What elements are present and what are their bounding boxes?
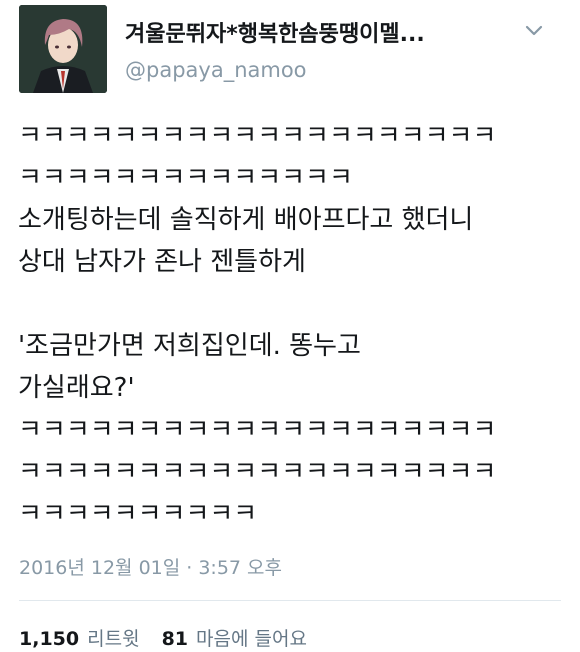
avatar[interactable] [19,5,107,93]
tweet-line: '조금만가면 저희집인데. 똥누고 [18,331,361,361]
tweet-line: ㅋㅋㅋㅋㅋㅋㅋㅋㅋㅋㅋㅋㅋㅋ [18,163,353,193]
tweet-line: ㅋㅋㅋㅋㅋㅋㅋㅋㅋㅋㅋㅋㅋㅋㅋㅋㅋㅋㅋㅋ [18,415,497,445]
tweet-stats: 1,150 리트윗 81 마음에 들어요 [19,624,329,651]
retweets-label: 리트윗 [87,628,140,650]
tweet-line: 상대 남자가 존나 젠틀하게 [18,247,306,277]
tweet-timestamp[interactable]: 2016년 12월 01일 · 3:57 오후 [19,553,282,580]
tweet-line: 소개팅하는데 솔직하게 배아프다고 했더니 [18,205,474,235]
likes-count: 81 [161,628,189,650]
likes-stat[interactable]: 81 마음에 들어요 [162,624,307,651]
tweet-line: ㅋㅋㅋㅋㅋㅋㅋㅋㅋㅋㅋㅋㅋㅋㅋㅋㅋㅋㅋㅋ [18,457,497,487]
tweet-line: ㅋㅋㅋㅋㅋㅋㅋㅋㅋㅋ [18,499,258,529]
tweet-line: ㅋㅋㅋㅋㅋㅋㅋㅋㅋㅋㅋㅋㅋㅋㅋㅋㅋㅋㅋㅋ [18,121,497,151]
retweets-count: 1,150 [19,628,80,650]
tweet-menu-button[interactable] [519,18,549,44]
chevron-down-icon [525,25,543,36]
avatar-illustration [19,5,107,93]
tweet-line: 가실래요?' [18,373,135,403]
likes-label: 마음에 들어요 [196,628,307,650]
retweets-stat[interactable]: 1,150 리트윗 [19,624,140,651]
divider [19,600,561,601]
author-display-name[interactable]: 겨울문뛰자*행복한솜뚱땡이멜... [125,16,505,48]
tweet-text: ㅋㅋㅋㅋㅋㅋㅋㅋㅋㅋㅋㅋㅋㅋㅋㅋㅋㅋㅋㅋ ㅋㅋㅋㅋㅋㅋㅋㅋㅋㅋㅋㅋㅋㅋ 소개팅하… [18,115,578,535]
author-handle[interactable]: @papaya_namoo [125,58,307,82]
